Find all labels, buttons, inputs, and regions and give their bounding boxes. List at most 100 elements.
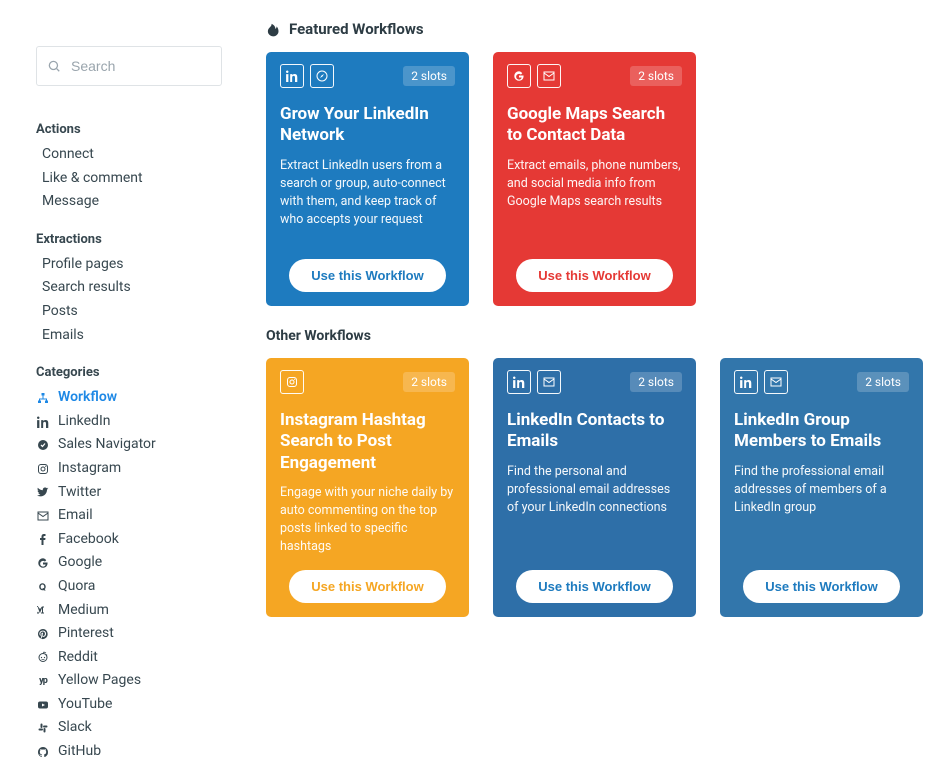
- sidebar-category[interactable]: Instagram: [0, 457, 240, 481]
- search-box: [36, 46, 222, 86]
- card-description: Extract LinkedIn users from a search or …: [280, 157, 455, 230]
- reddit-icon: [36, 651, 50, 663]
- yellowpages-icon: yp: [36, 675, 50, 688]
- search-input[interactable]: [36, 46, 222, 86]
- sidebar-extraction-label: Emails: [42, 326, 84, 346]
- use-workflow-button[interactable]: Use this Workflow: [289, 259, 445, 292]
- github-icon: [36, 746, 50, 758]
- card-description: Engage with your niche daily by auto com…: [280, 484, 455, 557]
- workflow-card: 2 slots Google Maps Search to Contact Dat…: [493, 52, 696, 306]
- sidebar-category[interactable]: Email: [0, 504, 240, 528]
- search-icon: [47, 59, 61, 73]
- use-workflow-button[interactable]: Use this Workflow: [743, 570, 899, 603]
- sidebar-category[interactable]: Facebook: [0, 528, 240, 552]
- sidebar-action-label: Message: [42, 192, 99, 212]
- workflow-card: 2 slots Instagram Hashtag Search to Post …: [266, 358, 469, 617]
- slots-badge: 2 slots: [630, 372, 682, 392]
- card-icon-row: [734, 370, 788, 394]
- sidebar-extraction[interactable]: Emails: [0, 324, 240, 348]
- sidebar-category-label: Sales Navigator: [58, 435, 156, 455]
- sidebar-category-label: Email: [58, 506, 93, 526]
- compass-icon: [310, 64, 334, 88]
- card-header: 2 slots: [507, 64, 682, 88]
- sidebar-category-label: Slack: [58, 718, 92, 738]
- card-title: LinkedIn Group Members to Emails: [734, 410, 909, 453]
- sidebar-category[interactable]: Workflow: [0, 386, 240, 410]
- sidebar-category[interactable]: Reddit: [0, 646, 240, 670]
- card-header: 2 slots: [280, 64, 455, 88]
- card-title: Instagram Hashtag Search to Post Engagem…: [280, 410, 455, 474]
- workflow-card: 2 slots LinkedIn Group Members to Emails F…: [720, 358, 923, 617]
- sidebar-action[interactable]: Connect: [0, 143, 240, 167]
- instagram-icon: [36, 463, 50, 475]
- sidebar-category-label: Instagram: [58, 459, 121, 479]
- sidebar-category-label: Medium: [58, 601, 109, 621]
- use-workflow-button[interactable]: Use this Workflow: [516, 570, 672, 603]
- card-description: Find the professional email addresses of…: [734, 463, 909, 517]
- slots-badge: 2 slots: [403, 66, 455, 86]
- sidebar-extraction[interactable]: Posts: [0, 300, 240, 324]
- sidebar-category-label: Workflow: [58, 388, 117, 408]
- sidebar-category-label: Facebook: [58, 530, 119, 550]
- card-icon-row: [507, 370, 561, 394]
- sidebar-category-label: GitHub: [58, 742, 101, 762]
- envelope-icon: [537, 64, 561, 88]
- medium-icon: [36, 604, 50, 616]
- slots-badge: 2 slots: [630, 66, 682, 86]
- card-title: Grow Your LinkedIn Network: [280, 104, 455, 147]
- sidebar-category[interactable]: Google: [0, 551, 240, 575]
- sidebar-category[interactable]: YouTube: [0, 693, 240, 717]
- card-footer: Use this Workflow: [280, 556, 455, 603]
- card-footer: Use this Workflow: [734, 556, 909, 603]
- sidebar-category-label: Google: [58, 553, 102, 573]
- envelope-icon: [537, 370, 561, 394]
- sidebar-category[interactable]: Medium: [0, 599, 240, 623]
- sidebar-action[interactable]: Message: [0, 190, 240, 214]
- sidebar-category-label: Pinterest: [58, 624, 114, 644]
- other-grid: 2 slots Instagram Hashtag Search to Post …: [266, 358, 923, 617]
- extractions-list: Profile pagesSearch resultsPostsEmails: [0, 253, 240, 347]
- sidebar-category[interactable]: GitHub: [0, 740, 240, 764]
- card-header: 2 slots: [507, 370, 682, 394]
- sidebar-action[interactable]: Like & comment: [0, 167, 240, 191]
- instagram-icon: [280, 370, 304, 394]
- use-workflow-button[interactable]: Use this Workflow: [289, 570, 445, 603]
- card-header: 2 slots: [280, 370, 455, 394]
- sidebar: Actions ConnectLike & commentMessage Ext…: [0, 0, 240, 784]
- sidebar-category-label: Reddit: [58, 648, 98, 668]
- featured-header: Featured Workflows: [266, 20, 923, 38]
- sidebar-category[interactable]: Sales Navigator: [0, 433, 240, 457]
- card-header: 2 slots: [734, 370, 909, 394]
- twitter-icon: [36, 486, 50, 498]
- extractions-heading: Extractions: [0, 214, 240, 253]
- card-footer: Use this Workflow: [507, 245, 682, 292]
- sidebar-category[interactable]: Quora: [0, 575, 240, 599]
- linkedin-icon: [734, 370, 758, 394]
- featured-title: Featured Workflows: [289, 20, 424, 38]
- envelope-icon: [36, 510, 50, 522]
- sidebar-category-label: Quora: [58, 577, 95, 597]
- sidebar-category-label: YouTube: [58, 695, 112, 715]
- sidebar-category[interactable]: yp Yellow Pages: [0, 669, 240, 693]
- card-title: Google Maps Search to Contact Data: [507, 104, 682, 147]
- sidebar-category[interactable]: Slack: [0, 716, 240, 740]
- pinterest-icon: [36, 628, 50, 640]
- other-title: Other Workflows: [266, 328, 923, 344]
- featured-grid: 2 slots Grow Your LinkedIn Network Extract…: [266, 52, 923, 306]
- sidebar-extraction[interactable]: Search results: [0, 276, 240, 300]
- sidebar-category-label: Twitter: [58, 483, 101, 503]
- sidebar-category-label: Yellow Pages: [58, 671, 141, 691]
- slack-icon: [36, 722, 50, 734]
- compass-check-icon: [36, 439, 50, 451]
- google-icon: [36, 557, 50, 569]
- linkedin-icon: [280, 64, 304, 88]
- card-icon-row: [280, 64, 334, 88]
- fire-icon: [266, 22, 281, 37]
- use-workflow-button[interactable]: Use this Workflow: [516, 259, 672, 292]
- actions-heading: Actions: [0, 104, 240, 143]
- sidebar-extraction[interactable]: Profile pages: [0, 253, 240, 277]
- google-icon: [507, 64, 531, 88]
- sidebar-category[interactable]: LinkedIn: [0, 410, 240, 434]
- sidebar-category[interactable]: Twitter: [0, 481, 240, 505]
- sidebar-category[interactable]: Pinterest: [0, 622, 240, 646]
